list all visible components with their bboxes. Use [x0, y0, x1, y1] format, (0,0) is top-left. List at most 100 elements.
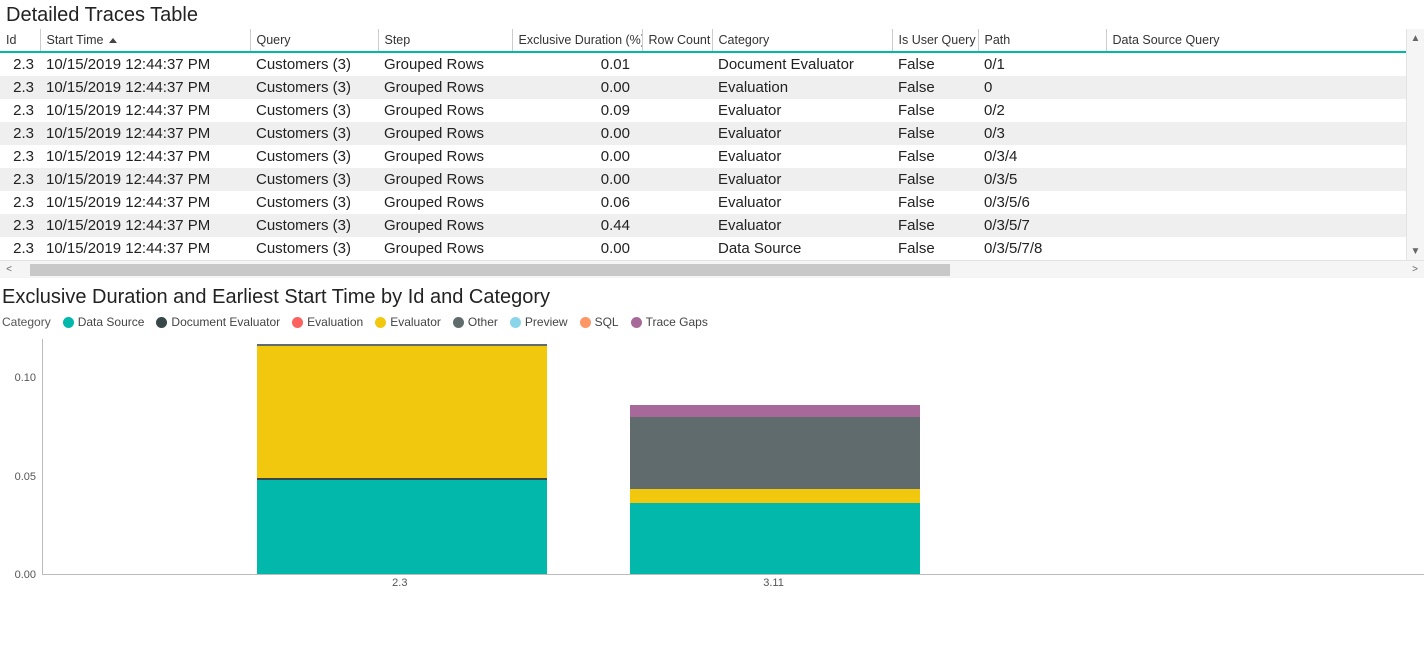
- hscroll-track[interactable]: [18, 261, 1406, 278]
- y-axis: 0.000.050.10: [2, 339, 42, 575]
- legend-item[interactable]: SQL: [580, 315, 619, 329]
- scroll-up-icon[interactable]: ▲: [1407, 29, 1424, 47]
- table-row[interactable]: 2.310/15/2019 12:44:37 PMCustomers (3)Gr…: [0, 168, 1424, 191]
- cell-step: Grouped Rows: [378, 99, 512, 122]
- col-header-exclusive-duration[interactable]: Exclusive Duration (%): [512, 29, 642, 52]
- cell-dur: 0.00: [512, 145, 642, 168]
- legend-item[interactable]: Evaluation: [292, 315, 363, 329]
- cell-userq: False: [892, 99, 978, 122]
- table-row[interactable]: 2.310/15/2019 12:44:37 PMCustomers (3)Gr…: [0, 122, 1424, 145]
- cell-userq: False: [892, 237, 978, 260]
- table-row[interactable]: 2.310/15/2019 12:44:37 PMCustomers (3)Gr…: [0, 191, 1424, 214]
- col-header-id[interactable]: Id: [0, 29, 40, 52]
- col-header-category[interactable]: Category: [712, 29, 892, 52]
- legend-item[interactable]: Trace Gaps: [631, 315, 708, 329]
- cell-userq: False: [892, 122, 978, 145]
- scroll-left-icon[interactable]: <: [0, 261, 18, 279]
- table-row[interactable]: 2.310/15/2019 12:44:37 PMCustomers (3)Gr…: [0, 52, 1424, 76]
- cell-dsq: [1106, 191, 1406, 214]
- legend-item[interactable]: Data Source: [63, 315, 145, 329]
- table-title: Detailed Traces Table: [6, 4, 1424, 27]
- legend-swatch-icon: [631, 317, 642, 328]
- y-tick-label: 0.05: [15, 471, 36, 483]
- bar-segment[interactable]: [630, 489, 920, 503]
- legend-item[interactable]: Document Evaluator: [156, 315, 280, 329]
- cell-start: 10/15/2019 12:44:37 PM: [40, 122, 250, 145]
- table-row[interactable]: 2.310/15/2019 12:44:37 PMCustomers (3)Gr…: [0, 237, 1424, 260]
- table-row[interactable]: 2.310/15/2019 12:44:37 PMCustomers (3)Gr…: [0, 145, 1424, 168]
- cell-id: 2.3: [0, 76, 40, 99]
- scroll-right-icon[interactable]: >: [1406, 261, 1424, 279]
- cell-category: Evaluator: [712, 191, 892, 214]
- cell-rowcount: [642, 76, 712, 99]
- cell-rowcount: [642, 168, 712, 191]
- cell-path: 0: [978, 76, 1106, 99]
- legend-swatch-icon: [510, 317, 521, 328]
- table-row[interactable]: 2.310/15/2019 12:44:37 PMCustomers (3)Gr…: [0, 214, 1424, 237]
- cell-dsq: [1106, 52, 1406, 76]
- cell-category: Data Source: [712, 237, 892, 260]
- cell-dsq: [1106, 237, 1406, 260]
- legend-item[interactable]: Other: [453, 315, 498, 329]
- cell-query: Customers (3): [250, 99, 378, 122]
- traces-table: Id Start Time Query Step Exclusive Durat…: [0, 29, 1424, 278]
- table-row[interactable]: 2.310/15/2019 12:44:37 PMCustomers (3)Gr…: [0, 99, 1424, 122]
- cell-dsq: [1106, 122, 1406, 145]
- cell-step: Grouped Rows: [378, 214, 512, 237]
- legend-swatch-icon: [375, 317, 386, 328]
- bar-segment[interactable]: [257, 346, 547, 478]
- cell-start: 10/15/2019 12:44:37 PM: [40, 145, 250, 168]
- cell-dsq: [1106, 76, 1406, 99]
- chart-plot[interactable]: [42, 339, 1424, 575]
- legend-swatch-icon: [453, 317, 464, 328]
- cell-step: Grouped Rows: [378, 191, 512, 214]
- cell-dur: 0.00: [512, 237, 642, 260]
- bar-group[interactable]: [630, 405, 920, 574]
- cell-step: Grouped Rows: [378, 52, 512, 76]
- cell-step: Grouped Rows: [378, 168, 512, 191]
- col-header-start-time[interactable]: Start Time: [40, 29, 250, 52]
- cell-id: 2.3: [0, 168, 40, 191]
- x-tick-label: 3.11: [763, 577, 784, 589]
- legend-item[interactable]: Preview: [510, 315, 568, 329]
- col-header-is-user-query[interactable]: Is User Query: [892, 29, 978, 52]
- chart-area[interactable]: 0.000.050.10: [0, 339, 1424, 575]
- bar-segment[interactable]: [630, 503, 920, 574]
- scroll-down-icon[interactable]: ▼: [1407, 242, 1424, 260]
- legend-item-label: Data Source: [78, 315, 145, 329]
- col-header-step[interactable]: Step: [378, 29, 512, 52]
- cell-userq: False: [892, 214, 978, 237]
- col-header-path[interactable]: Path: [978, 29, 1106, 52]
- legend-item-label: Evaluation: [307, 315, 363, 329]
- cell-step: Grouped Rows: [378, 122, 512, 145]
- horizontal-scrollbar[interactable]: < >: [0, 260, 1424, 278]
- cell-dur: 0.09: [512, 99, 642, 122]
- cell-query: Customers (3): [250, 52, 378, 76]
- legend-item[interactable]: Evaluator: [375, 315, 441, 329]
- cell-userq: False: [892, 191, 978, 214]
- col-header-row-count[interactable]: Row Count: [642, 29, 712, 52]
- col-header-label: Start Time: [47, 33, 104, 47]
- col-header-query[interactable]: Query: [250, 29, 378, 52]
- y-tick-label: 0.00: [15, 569, 36, 581]
- table-row[interactable]: 2.310/15/2019 12:44:37 PMCustomers (3)Gr…: [0, 76, 1424, 99]
- cell-id: 2.3: [0, 191, 40, 214]
- cell-start: 10/15/2019 12:44:37 PM: [40, 76, 250, 99]
- cell-dur: 0.06: [512, 191, 642, 214]
- hscroll-thumb[interactable]: [30, 264, 950, 276]
- legend-swatch-icon: [580, 317, 591, 328]
- legend-item-label: Evaluator: [390, 315, 441, 329]
- vertical-scrollbar[interactable]: ▲ ▼: [1406, 29, 1424, 260]
- cell-id: 2.3: [0, 237, 40, 260]
- cell-id: 2.3: [0, 122, 40, 145]
- cell-start: 10/15/2019 12:44:37 PM: [40, 237, 250, 260]
- bar-group[interactable]: [257, 344, 547, 574]
- bar-segment[interactable]: [630, 417, 920, 490]
- col-header-data-source-query[interactable]: Data Source Query: [1106, 29, 1406, 52]
- cell-category: Evaluation: [712, 76, 892, 99]
- bar-segment[interactable]: [630, 405, 920, 417]
- cell-dsq: [1106, 99, 1406, 122]
- cell-category: Evaluator: [712, 214, 892, 237]
- bar-segment[interactable]: [257, 480, 547, 574]
- cell-rowcount: [642, 191, 712, 214]
